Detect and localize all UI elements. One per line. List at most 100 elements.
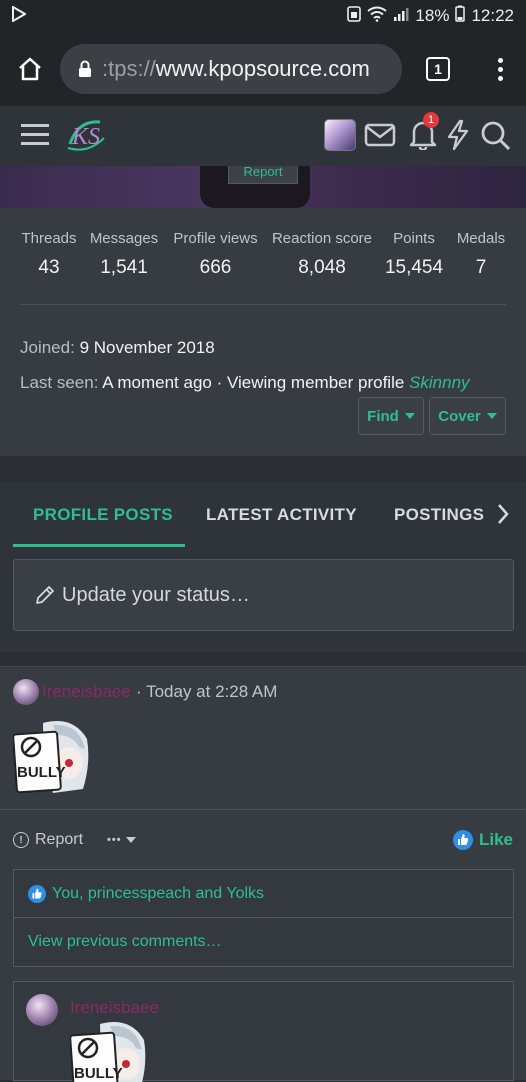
stat-label: Reaction score bbox=[271, 230, 373, 247]
stat-label: Profile views bbox=[173, 230, 258, 247]
post-author-link[interactable]: Ireneisbaee bbox=[42, 682, 131, 702]
status-placeholder: Update your status… bbox=[62, 583, 250, 606]
profile-post: Ireneisbaee · Today at 2:28 AM BULLY ! R… bbox=[0, 666, 526, 1082]
joined-date: 9 November 2018 bbox=[79, 338, 215, 357]
stat-label: Medals bbox=[456, 230, 506, 247]
home-icon bbox=[19, 57, 41, 81]
chevron-down-icon bbox=[404, 413, 415, 419]
cover-label: Cover bbox=[438, 407, 481, 425]
last-seen-user-link[interactable]: Skinnny bbox=[409, 373, 469, 392]
profile-banner: Report bbox=[0, 166, 526, 208]
thumbs-up-icon bbox=[452, 830, 473, 850]
bully-sticker-image: BULLY bbox=[12, 719, 91, 795]
cover-dropdown-button[interactable]: Cover bbox=[429, 397, 506, 435]
info-icon: ! bbox=[13, 832, 29, 848]
find-dropdown-button[interactable]: Find bbox=[358, 397, 424, 435]
post-timestamp[interactable]: · Today at 2:28 AM bbox=[136, 682, 277, 702]
browser-toolbar: :tps://www.kpopsource.com 1 bbox=[0, 32, 526, 106]
chevron-down-icon bbox=[125, 837, 136, 843]
active-tab-indicator bbox=[13, 544, 185, 547]
search-button[interactable] bbox=[480, 120, 512, 157]
stat-value: 7 bbox=[475, 257, 487, 278]
banner-report-button[interactable]: Report bbox=[228, 166, 298, 184]
last-seen-value: A moment ago · Viewing member profile bbox=[102, 373, 405, 392]
site-header: KS 1 bbox=[0, 106, 526, 166]
url-bar[interactable]: :tps://www.kpopsource.com bbox=[60, 44, 402, 94]
last-seen-info: Last seen: A moment ago · Viewing member… bbox=[20, 373, 470, 393]
comment-author-link[interactable]: Ireneisbaee bbox=[70, 998, 159, 1018]
stat-label: Messages bbox=[89, 230, 159, 247]
like-button[interactable]: Like bbox=[452, 830, 513, 850]
battery-percent: 18% bbox=[415, 6, 450, 25]
hamburger-menu-button[interactable] bbox=[20, 122, 50, 153]
post-actions: ! Report ••• Like bbox=[13, 829, 513, 851]
view-previous-label: View previous comments… bbox=[28, 933, 222, 950]
pencil-icon bbox=[36, 586, 54, 604]
chevron-right-icon bbox=[498, 504, 509, 524]
inbox-button[interactable] bbox=[364, 122, 396, 153]
stat-value: 666 bbox=[199, 257, 232, 278]
stat-label: Points bbox=[393, 230, 435, 247]
signal-icon bbox=[393, 6, 409, 27]
stat-points[interactable]: Points 15,454 bbox=[384, 230, 444, 279]
site-logo[interactable]: KS bbox=[64, 114, 108, 158]
member-stats-panel: Threads 43 Messages 1,541 Profile views … bbox=[0, 208, 526, 456]
bully-sticker-image: BULLY bbox=[70, 1020, 148, 1082]
system-status-bar: 18% 12:22 bbox=[0, 0, 526, 32]
notification-badge: 1 bbox=[423, 112, 439, 128]
like-label: Like bbox=[478, 830, 513, 849]
logo-text: KS bbox=[72, 124, 101, 150]
avatar[interactable] bbox=[26, 994, 58, 1026]
report-button[interactable]: ! Report bbox=[13, 831, 83, 849]
home-button[interactable] bbox=[0, 32, 60, 106]
find-label: Find bbox=[367, 407, 399, 425]
thumbs-up-icon bbox=[28, 884, 46, 903]
more-options-button[interactable]: ••• bbox=[107, 834, 136, 846]
stat-value: 8,048 bbox=[298, 257, 346, 278]
comment-item: Ireneisbaee BULLY bbox=[13, 981, 514, 1082]
tab-count: 1 bbox=[426, 57, 450, 81]
hamburger-icon bbox=[21, 124, 49, 145]
tabs-scroll-right-button[interactable] bbox=[496, 502, 510, 531]
avatar[interactable] bbox=[13, 679, 39, 705]
stat-messages[interactable]: Messages 1,541 bbox=[88, 230, 160, 279]
status-update-area: Update your status… bbox=[0, 548, 526, 652]
tab-switcher-button[interactable]: 1 bbox=[402, 32, 474, 106]
likes-text: You, princesspeach and Yolks bbox=[52, 884, 265, 902]
likes-summary-link[interactable]: You, princesspeach and Yolks bbox=[13, 869, 514, 918]
user-avatar-button[interactable] bbox=[324, 119, 356, 151]
tab-latest-activity[interactable]: LATEST ACTIVITY bbox=[206, 482, 357, 548]
tab-postings[interactable]: POSTINGS bbox=[394, 482, 484, 548]
play-store-icon bbox=[12, 4, 27, 27]
report-label: Report bbox=[35, 831, 84, 848]
stat-medals[interactable]: Medals 7 bbox=[454, 230, 508, 279]
sticker-text: BULLY bbox=[74, 1065, 123, 1082]
post-divider bbox=[0, 809, 526, 810]
stat-label: Threads bbox=[21, 230, 77, 247]
lightning-icon bbox=[447, 119, 469, 151]
tab-profile-posts[interactable]: PROFILE POSTS bbox=[33, 482, 173, 548]
alerts-button[interactable]: 1 bbox=[408, 112, 439, 155]
view-previous-comments-link[interactable]: View previous comments… bbox=[13, 918, 514, 967]
stat-value: 15,454 bbox=[384, 257, 444, 278]
clock: 12:22 bbox=[471, 6, 514, 25]
joined-info: Joined: 9 November 2018 bbox=[20, 338, 215, 358]
section-gap bbox=[0, 456, 526, 482]
sticker-text: BULLY bbox=[17, 764, 66, 781]
whats-new-button[interactable] bbox=[445, 119, 471, 156]
wifi-icon bbox=[367, 6, 388, 27]
chevron-down-icon bbox=[486, 413, 497, 419]
status-input[interactable]: Update your status… bbox=[13, 559, 514, 631]
profile-tabs: PROFILE POSTS LATEST ACTIVITY POSTINGS bbox=[0, 482, 526, 548]
stat-profile-views: Profile views 666 bbox=[171, 230, 260, 279]
sim-icon bbox=[347, 5, 362, 27]
envelope-icon bbox=[364, 123, 396, 147]
browser-menu-button[interactable] bbox=[474, 32, 526, 106]
stat-threads[interactable]: Threads 43 bbox=[20, 230, 78, 279]
stats-divider bbox=[20, 304, 506, 305]
url-host: www.kpopsource.com bbox=[155, 56, 370, 81]
more-label: ••• bbox=[107, 834, 122, 846]
last-seen-label: Last seen: bbox=[20, 373, 99, 392]
stat-reaction-score[interactable]: Reaction score 8,048 bbox=[270, 230, 374, 279]
search-icon bbox=[481, 121, 511, 151]
